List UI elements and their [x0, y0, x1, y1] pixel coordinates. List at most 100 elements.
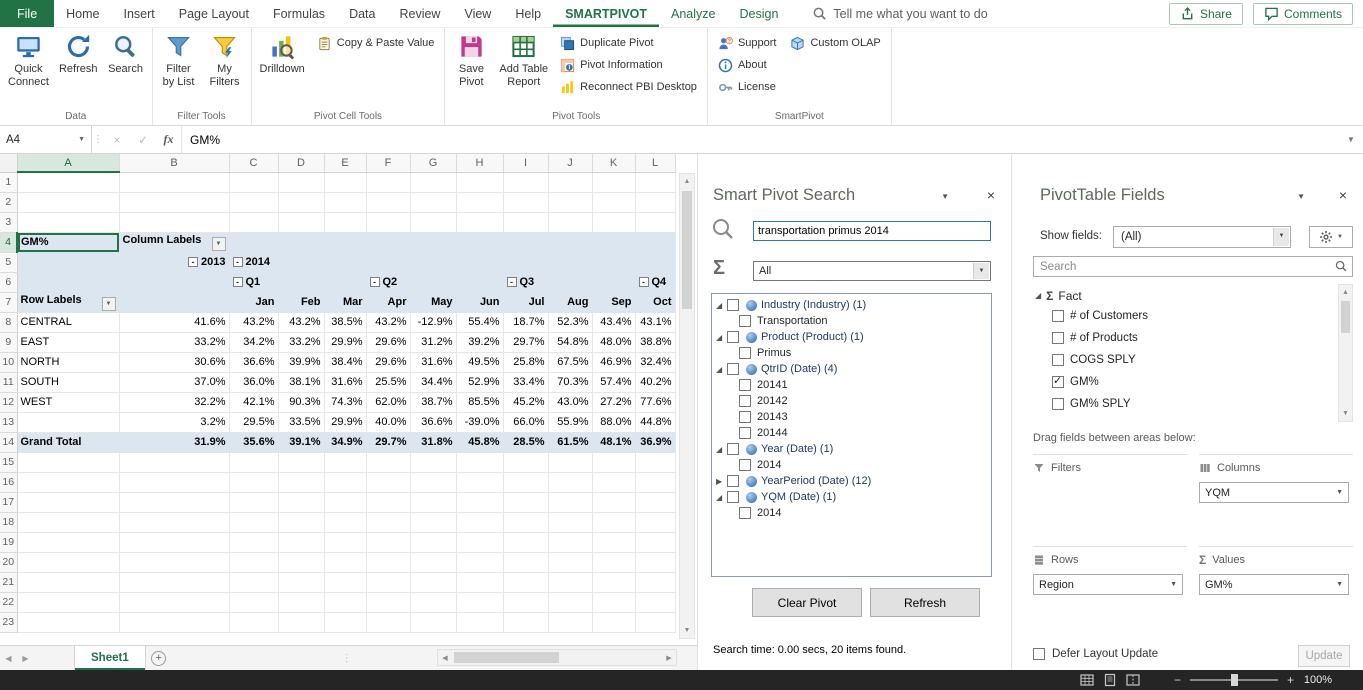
- duplicate-pivot-button[interactable]: Duplicate Pivot: [555, 33, 702, 53]
- cell-a17[interactable]: [17, 492, 119, 512]
- cell-k23[interactable]: [592, 612, 635, 632]
- cell-i21[interactable]: [503, 572, 548, 592]
- normal-view-icon[interactable]: [1080, 673, 1094, 687]
- cell-c19[interactable]: [229, 532, 278, 552]
- pane-options-chevron-icon[interactable]: ▼: [1297, 192, 1305, 201]
- column-header-j[interactable]: J: [548, 154, 592, 172]
- cell-d20[interactable]: [278, 552, 324, 572]
- collapse-toggle-icon[interactable]: -: [188, 257, 198, 267]
- cell-b1[interactable]: [119, 172, 229, 192]
- cell-c3[interactable]: [229, 212, 278, 232]
- cell-g2[interactable]: [410, 192, 456, 212]
- cell-f22[interactable]: [366, 592, 410, 612]
- fields-scroll-thumb[interactable]: [1341, 301, 1350, 333]
- collapse-toggle-icon[interactable]: -: [639, 277, 649, 287]
- collapse-arrow-icon[interactable]: ◢: [1035, 291, 1041, 300]
- cell-g21[interactable]: [410, 572, 456, 592]
- fields-options-button[interactable]: ▼: [1309, 226, 1353, 248]
- horizontal-scroll-thumb[interactable]: [454, 652, 559, 663]
- cell-c7[interactable]: Jan: [229, 292, 278, 312]
- tree-item-primus[interactable]: Primus: [712, 345, 991, 361]
- tree-item-20142[interactable]: 20142: [712, 393, 991, 409]
- cell-j18[interactable]: [548, 512, 592, 532]
- sheet-nav-right-icon[interactable]: ▶: [17, 646, 34, 670]
- cell-f20[interactable]: [366, 552, 410, 572]
- cell-g3[interactable]: [410, 212, 456, 232]
- tree-item-2014[interactable]: 2014: [712, 505, 991, 521]
- cell-l9[interactable]: 38.8%: [635, 332, 675, 352]
- row-header-13[interactable]: 13: [0, 412, 17, 432]
- row-header-21[interactable]: 21: [0, 572, 17, 592]
- cell-d7[interactable]: Feb: [278, 292, 324, 312]
- cell-h9[interactable]: 39.2%: [456, 332, 503, 352]
- cell-b17[interactable]: [119, 492, 229, 512]
- cell-i22[interactable]: [503, 592, 548, 612]
- column-header-l[interactable]: L: [635, 154, 675, 172]
- cell-a7[interactable]: ▼Row Labels: [17, 292, 119, 312]
- checkbox[interactable]: [1052, 376, 1064, 388]
- chevron-down-icon[interactable]: ▼: [1336, 581, 1343, 588]
- cell-j21[interactable]: [548, 572, 592, 592]
- cell-f23[interactable]: [366, 612, 410, 632]
- cell-k22[interactable]: [592, 592, 635, 612]
- chevron-down-icon[interactable]: ▼: [1273, 228, 1289, 246]
- cell-j23[interactable]: [548, 612, 592, 632]
- cell-k10[interactable]: 46.9%: [592, 352, 635, 372]
- cell-g9[interactable]: 31.2%: [410, 332, 456, 352]
- refresh-button[interactable]: Refresh: [870, 588, 980, 617]
- my-filters-button[interactable]: MyFilters: [202, 29, 248, 105]
- cell-f16[interactable]: [366, 472, 410, 492]
- cell-i19[interactable]: [503, 532, 548, 552]
- checkbox[interactable]: [727, 475, 739, 487]
- cell-l2[interactable]: [635, 192, 675, 212]
- cell-i12[interactable]: 45.2%: [503, 392, 548, 412]
- cell-j4[interactable]: [548, 232, 592, 252]
- cell-l12[interactable]: 77.6%: [635, 392, 675, 412]
- support-button[interactable]: ?Support: [713, 33, 782, 53]
- ribbon-tab-data[interactable]: Data: [337, 0, 387, 27]
- cell-a9[interactable]: EAST: [17, 332, 119, 352]
- column-header-c[interactable]: C: [229, 154, 278, 172]
- fields-search-input[interactable]: [1033, 256, 1353, 277]
- cell-g12[interactable]: 38.7%: [410, 392, 456, 412]
- cell-i14[interactable]: 28.5%: [503, 432, 548, 452]
- cell-k14[interactable]: 48.1%: [592, 432, 635, 452]
- row-header-8[interactable]: 8: [0, 312, 17, 332]
- row-header-23[interactable]: 23: [0, 612, 17, 632]
- cell-i20[interactable]: [503, 552, 548, 572]
- ribbon-tab-view[interactable]: View: [452, 0, 503, 27]
- cell-j11[interactable]: 70.3%: [548, 372, 592, 392]
- cell-j16[interactable]: [548, 472, 592, 492]
- checkbox[interactable]: [1052, 398, 1064, 410]
- cell-l3[interactable]: [635, 212, 675, 232]
- zoom-slider[interactable]: [1190, 679, 1278, 681]
- cell-h17[interactable]: [456, 492, 503, 512]
- cell-d2[interactable]: [278, 192, 324, 212]
- scroll-down-icon[interactable]: ▼: [680, 623, 694, 638]
- cell-d12[interactable]: 90.3%: [278, 392, 324, 412]
- cell-i11[interactable]: 33.4%: [503, 372, 548, 392]
- reconnect-pbi-desktop-button[interactable]: Reconnect PBI Desktop: [555, 77, 702, 97]
- row-header-1[interactable]: 1: [0, 172, 17, 192]
- cell-c5[interactable]: -2014: [229, 252, 278, 272]
- cell-f19[interactable]: [366, 532, 410, 552]
- cell-l13[interactable]: 44.8%: [635, 412, 675, 432]
- cell-j2[interactable]: [548, 192, 592, 212]
- cell-k13[interactable]: 88.0%: [592, 412, 635, 432]
- update-button[interactable]: Update: [1298, 645, 1350, 667]
- cell-g10[interactable]: 31.6%: [410, 352, 456, 372]
- filter-dropdown-icon[interactable]: ▼: [102, 297, 116, 311]
- cell-c17[interactable]: [229, 492, 278, 512]
- cell-l20[interactable]: [635, 552, 675, 572]
- cell-e18[interactable]: [324, 512, 366, 532]
- cell-h7[interactable]: Jun: [456, 292, 503, 312]
- cell-h3[interactable]: [456, 212, 503, 232]
- filter-dropdown-icon[interactable]: ▼: [212, 237, 226, 251]
- column-header-i[interactable]: I: [503, 154, 548, 172]
- cell-d14[interactable]: 39.1%: [278, 432, 324, 452]
- cell-f10[interactable]: 29.6%: [366, 352, 410, 372]
- cell-a23[interactable]: [17, 612, 119, 632]
- pivot-search-input[interactable]: [753, 221, 991, 241]
- cell-a14[interactable]: Grand Total: [17, 432, 119, 452]
- cell-b9[interactable]: 33.2%: [119, 332, 229, 352]
